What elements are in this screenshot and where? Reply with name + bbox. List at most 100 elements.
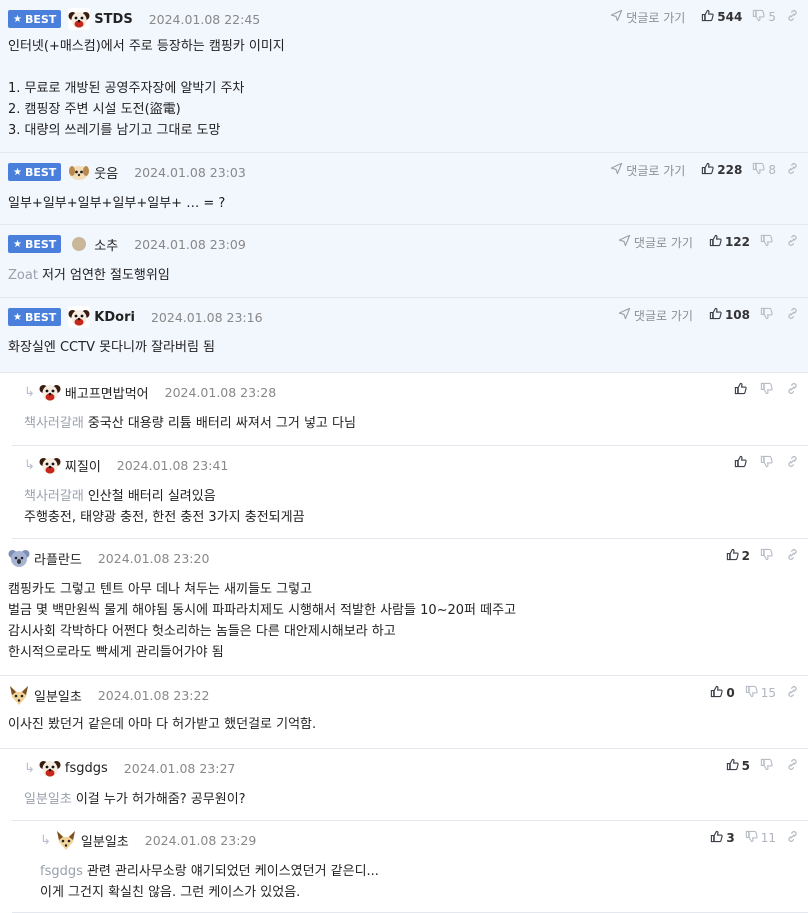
comment-text: 주행충전, 태양광 충전, 한전 충전 3가지 충전되게끔 [24, 510, 305, 525]
comment-actions: 댓글로 가기 108 [618, 306, 802, 324]
fox-avatar-icon[interactable] [55, 829, 77, 851]
comment-text: 관련 관리사무소랑 얘기되었던 케이스였던거 같은디... [86, 864, 379, 879]
downvote-button[interactable]: 11 [745, 830, 776, 846]
link-button[interactable] [786, 758, 802, 774]
comment-line: 1. 무료로 개방된 공영주자장에 알박기 주차 [8, 78, 285, 99]
star-icon: ★ [13, 311, 22, 323]
comment-meta: ★ BEST 소추 2024.01.08 23:09 [8, 233, 246, 255]
thumbs-down-icon [760, 307, 773, 323]
comment-body: 일분일초 이걸 누가 허가해줌? 공무원이? [24, 789, 246, 810]
comment-text: 인산철 배터리 실려있음 [87, 489, 216, 504]
link-button[interactable] [786, 162, 802, 178]
downvote-button[interactable] [760, 234, 776, 250]
link-button[interactable] [786, 307, 802, 323]
fox-avatar-icon[interactable] [8, 684, 30, 706]
comment-date: 2024.01.08 23:29 [144, 832, 257, 848]
link-icon [786, 234, 799, 250]
goto-comment-link[interactable]: 댓글로 가기 [610, 9, 685, 26]
nickname[interactable]: 찌질이 [65, 456, 101, 475]
best-label: BEST [24, 12, 57, 26]
link-button[interactable] [786, 685, 802, 701]
downvote-button[interactable] [760, 307, 776, 323]
upvote-count: 5 [741, 759, 750, 773]
comment-text: 1. 무료로 개방된 공영주자장에 알박기 주차 [8, 81, 245, 96]
upvote-button[interactable]: 108 [709, 307, 750, 323]
goto-comment-link[interactable]: 댓글로 가기 [610, 162, 685, 179]
nickname[interactable]: STDS [94, 12, 132, 27]
nickname[interactable]: 일분일초 [81, 831, 129, 850]
thumbs-down-icon [760, 234, 773, 250]
downvote-button[interactable]: 8 [752, 162, 776, 178]
nickname[interactable]: 웃음 [94, 163, 118, 182]
nickname[interactable]: 일분일초 [34, 686, 82, 705]
comment: 라플란드 2024.01.08 23:20 2 캠핑카도 그렇고 텐트 아무 데나 쳐… [0, 539, 808, 676]
comment-line: 책사러갈래 중국산 대용량 리튬 배터리 싸져서 그거 넣고 다님 [24, 413, 356, 434]
upvote-button[interactable]: 228 [701, 162, 742, 178]
comment-line: 벌금 몇 백만원씩 물게 해야됨 동시에 파파라치제도 시행해서 적발한 사람들… [8, 600, 516, 621]
link-button[interactable] [786, 382, 802, 398]
comment-date: 2024.01.08 23:28 [164, 384, 277, 400]
comment-body: 일부+일부+일부+일부+일부+ … = ? [8, 193, 225, 214]
comment-line [8, 57, 285, 78]
dog-avatar-icon[interactable] [38, 381, 61, 403]
comment-meta: ★ BEST STDS 2024.01.08 22:45 [8, 8, 260, 30]
comment-line: 감시사회 각박하다 어쩐다 헛소리하는 놈들은 다른 대안제시해보라 하고 [8, 621, 516, 642]
mention[interactable]: fsgdgs [40, 864, 83, 879]
best-label: BEST [24, 237, 57, 251]
upvote-button[interactable] [734, 455, 750, 471]
nickname[interactable]: 소추 [94, 235, 118, 254]
comment-text: 캠핑카도 그렇고 텐트 아무 데나 쳐두는 새끼들도 그렇고 [8, 582, 313, 597]
comment: ↳ 배고프면밥먹어 2024.01.08 23:28 책사러갈래 중국산 대용량 리튬 … [12, 373, 808, 446]
star-icon: ★ [13, 13, 22, 25]
link-icon [786, 307, 799, 323]
upvote-button[interactable]: 544 [701, 9, 742, 25]
downvote-button[interactable] [760, 548, 776, 564]
thumbs-up-icon [734, 455, 747, 471]
dog-avatar-icon[interactable] [38, 454, 61, 476]
downvote-button[interactable]: 15 [745, 685, 776, 701]
upvote-button[interactable]: 2 [726, 548, 750, 564]
upvote-button[interactable]: 5 [726, 758, 750, 774]
link-button[interactable] [786, 9, 802, 25]
dog-avatar-icon[interactable] [38, 757, 61, 779]
dog-avatar-icon[interactable] [68, 306, 91, 328]
comment-actions: 3 11 [700, 829, 802, 847]
upvote-button[interactable]: 3 [710, 830, 735, 846]
link-button[interactable] [786, 548, 802, 564]
nickname[interactable]: fsgdgs [65, 761, 108, 776]
puppy-avatar-icon[interactable] [68, 161, 90, 183]
link-button[interactable] [786, 830, 802, 846]
mention[interactable]: 책사러갈래 [24, 489, 84, 504]
circle-avatar-icon[interactable] [68, 233, 90, 255]
comment-actions [724, 454, 802, 472]
link-button[interactable] [786, 455, 802, 471]
comment-text: 이게 그건지 확실친 않음. 그런 케이스가 있었음. [40, 885, 301, 900]
thumbs-up-icon [701, 162, 714, 178]
comment-line: 인터넷(+매스컴)에서 주로 등장하는 캠핑카 이미지 [8, 36, 285, 57]
downvote-button[interactable]: 5 [752, 9, 776, 25]
comment-text: 벌금 몇 백만원씩 물게 해야됨 동시에 파파라치제도 시행해서 적발한 사람들… [8, 603, 517, 618]
upvote-button[interactable] [734, 382, 750, 398]
comment-body: 책사러갈래 중국산 대용량 리튬 배터리 싸져서 그거 넣고 다님 [24, 413, 356, 434]
nickname[interactable]: KDori [94, 310, 135, 325]
mention[interactable]: 일분일초 [24, 792, 72, 807]
link-button[interactable] [786, 234, 802, 250]
nickname[interactable]: 배고프면밥먹어 [65, 383, 149, 402]
downvote-button[interactable] [760, 758, 776, 774]
downvote-button[interactable] [760, 455, 776, 471]
upvote-count: 2 [741, 549, 750, 563]
downvote-button[interactable] [760, 382, 776, 398]
comment-text: 일부+일부+일부+일부+일부+ … = ? [8, 196, 226, 211]
koala-avatar-icon[interactable] [8, 547, 30, 569]
upvote-button[interactable]: 122 [709, 234, 750, 250]
send-icon [610, 162, 623, 178]
best-comment: ★ BEST STDS 2024.01.08 22:45 댓글로 가기 544 5 인터넷(+… [0, 0, 808, 153]
nickname[interactable]: 라플란드 [34, 549, 82, 568]
mention[interactable]: Zoat [8, 268, 38, 283]
goto-comment-link[interactable]: 댓글로 가기 [618, 307, 693, 324]
dog-avatar-icon[interactable] [68, 8, 91, 30]
upvote-count: 544 [717, 10, 743, 24]
goto-comment-link[interactable]: 댓글로 가기 [618, 234, 693, 251]
upvote-button[interactable]: 0 [710, 685, 735, 701]
mention[interactable]: 책사러갈래 [24, 416, 84, 431]
